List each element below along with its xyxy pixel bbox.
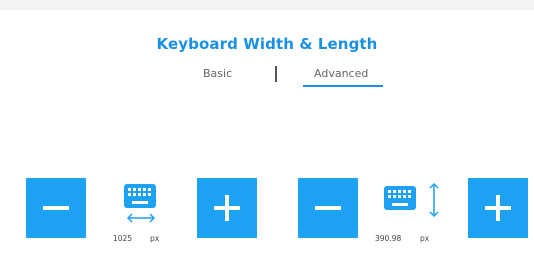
length-unit: px <box>420 234 430 243</box>
horizontal-double-arrow-icon <box>126 213 156 223</box>
page-title: Keyboard Width & Length <box>156 35 378 53</box>
keyboard-size-panel: Keyboard Width & Length Basic Advanced 1… <box>0 10 534 255</box>
minus-icon <box>43 206 69 210</box>
keyboard-icon <box>124 184 156 208</box>
keyboard-icon <box>384 186 416 210</box>
width-value: 1025 <box>113 234 133 243</box>
tab-bar: Basic Advanced <box>0 65 534 95</box>
active-tab-indicator <box>303 85 383 87</box>
tab-basic[interactable]: Basic <box>203 67 232 80</box>
increase-length-button[interactable] <box>468 178 528 238</box>
tab-advanced[interactable]: Advanced <box>314 67 368 80</box>
increase-width-button[interactable] <box>197 178 257 238</box>
decrease-width-button[interactable] <box>26 178 86 238</box>
width-unit: px <box>150 234 160 243</box>
length-value: 390.98 <box>375 234 402 243</box>
minus-icon <box>315 206 341 210</box>
tab-separator <box>275 66 277 82</box>
decrease-length-button[interactable] <box>298 178 358 238</box>
vertical-double-arrow-icon <box>429 182 439 218</box>
